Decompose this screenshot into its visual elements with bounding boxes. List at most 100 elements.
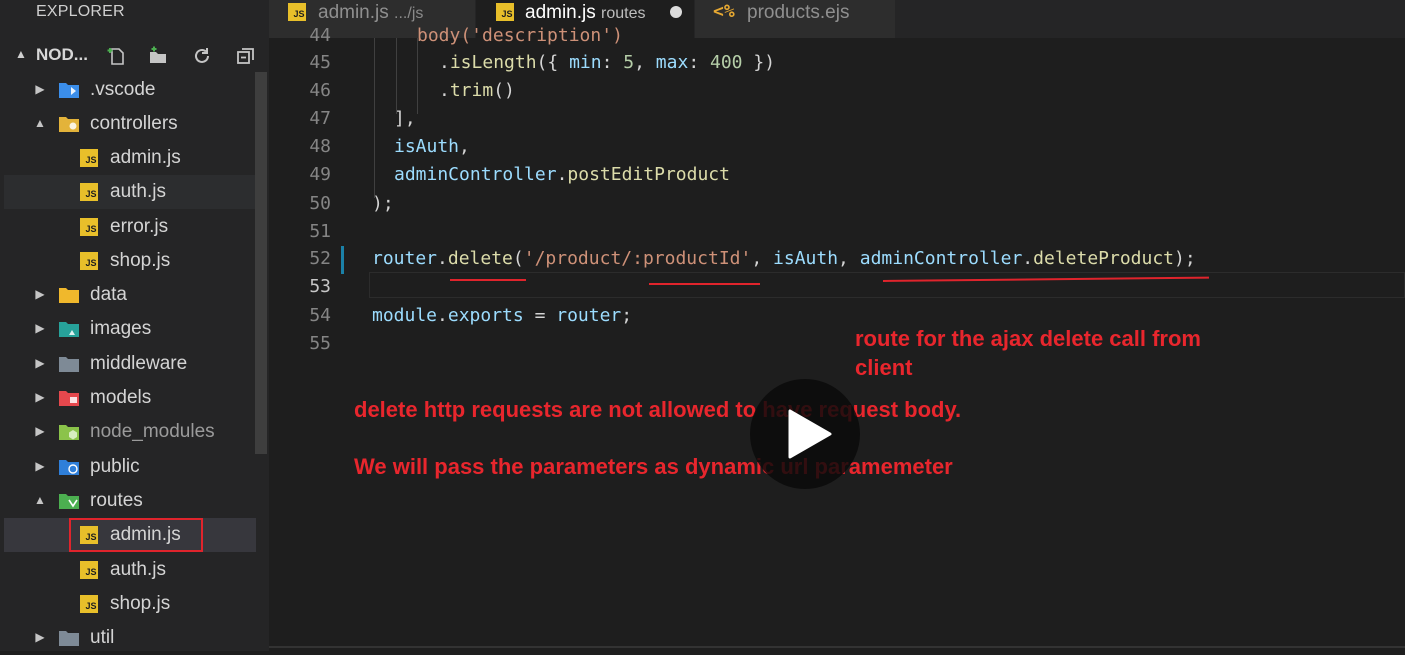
tab-description: .../js [394, 5, 424, 22]
chevron-right-icon: ▶ [35, 630, 45, 644]
explorer-title: EXPLORER [36, 3, 125, 20]
indent-guide [396, 38, 397, 114]
chevron-down-icon[interactable]: ▲ [15, 47, 27, 61]
util-folder-icon [59, 631, 79, 646]
ejs-icon: <% [713, 1, 735, 22]
code-line-46: .trim() [439, 80, 515, 101]
line-number: 52 [309, 248, 331, 269]
tab-products-ejs[interactable]: <% products.ejs [695, 0, 895, 38]
tree-label: shop.js [110, 250, 171, 271]
tree-file-auth-js[interactable]: JS auth.js [4, 175, 256, 209]
sidebar-scrollbar[interactable] [255, 72, 267, 454]
images-folder-icon [59, 322, 79, 337]
models-folder-icon [59, 391, 79, 406]
tree-label: middleware [90, 353, 188, 374]
line-number: 54 [309, 305, 331, 326]
refresh-icon[interactable] [192, 46, 212, 66]
node-modules-folder-icon [59, 425, 79, 440]
tree-label: util [90, 627, 115, 648]
tree-file-routes-shop-js[interactable]: JS shop.js [4, 587, 256, 621]
line-number: 49 [309, 164, 331, 185]
tree-folder-middleware[interactable]: ▶ middleware [4, 347, 256, 381]
vscode-folder-icon [59, 83, 79, 98]
indent-guide [374, 38, 375, 198]
tree-label: routes [90, 490, 143, 511]
tree-file-routes-auth-js[interactable]: JS auth.js [4, 553, 256, 587]
chevron-right-icon: ▶ [35, 321, 45, 335]
chevron-right-icon: ▶ [35, 356, 45, 370]
tree-label: admin.js [110, 147, 181, 168]
line-number: 47 [309, 108, 331, 129]
indent-guide [417, 38, 418, 114]
highlight-box [69, 518, 203, 552]
tree-label: auth.js [110, 559, 166, 580]
new-file-icon[interactable] [107, 46, 127, 66]
js-icon: JS [80, 149, 98, 167]
tree-folder-models[interactable]: ▶ models [4, 381, 256, 415]
chevron-down-icon: ▲ [34, 116, 46, 130]
tree-folder-controllers[interactable]: ▲ controllers [4, 107, 256, 141]
js-icon: JS [80, 561, 98, 579]
tree-folder-vscode[interactable]: ▶ .vscode [4, 73, 256, 107]
line-number: 55 [309, 333, 331, 354]
annotation-body-note: delete http requests are not allowed to … [354, 397, 962, 422]
public-folder-icon [59, 460, 79, 475]
chevron-down-icon: ▲ [34, 493, 46, 507]
line-number: 50 [309, 193, 331, 214]
chevron-right-icon: ▶ [35, 390, 45, 404]
tree-label: .vscode [90, 79, 156, 100]
line-number: 53 [309, 276, 331, 297]
explorer-sidebar: EXPLORER ▲ NOD... ▶ .vscode ▲ controller… [0, 0, 269, 651]
new-folder-icon[interactable] [148, 46, 168, 66]
video-play-button[interactable] [750, 379, 860, 489]
tree-file-shop-js[interactable]: JS shop.js [4, 244, 256, 278]
code-line-54: module.exports = router; [372, 305, 633, 326]
current-line-highlight [369, 272, 1405, 298]
code-line-partial: body('description') [417, 25, 623, 46]
tree-label: node_modules [90, 421, 215, 442]
tree-folder-util[interactable]: ▶ util [4, 621, 256, 655]
js-icon: JS [80, 183, 98, 201]
chevron-right-icon: ▶ [35, 82, 45, 96]
project-section-header[interactable]: ▲ NOD... [0, 40, 269, 72]
chevron-right-icon: ▶ [35, 287, 45, 301]
annotation-underline-delete [450, 279, 526, 281]
tree-folder-node-modules[interactable]: ▶ node_modules [4, 415, 256, 449]
line-number: 45 [309, 52, 331, 73]
tree-label: error.js [110, 216, 169, 237]
code-line-49: adminController.postEditProduct [394, 164, 730, 185]
tree-label: models [90, 387, 152, 408]
unsaved-dot-icon[interactable] [670, 6, 682, 18]
annotation-params-note: We will pass the parameters as dynamic u… [354, 454, 953, 479]
code-line-52: router.delete('/product/:productId', isA… [372, 248, 1196, 269]
line-number: 44 [309, 25, 331, 46]
js-icon: JS [496, 3, 514, 21]
tree-folder-data[interactable]: ▶ data [4, 278, 256, 312]
annotation-underline-productid [649, 283, 760, 285]
code-line-47: ], [394, 108, 416, 129]
collapse-all-icon[interactable] [236, 46, 256, 66]
middleware-folder-icon [59, 357, 79, 372]
tree-folder-public[interactable]: ▶ public [4, 450, 256, 484]
tree-file-error-js[interactable]: JS error.js [4, 210, 256, 244]
tree-label: public [90, 456, 140, 477]
code-editor[interactable]: 44 body('description') 45 46 47 48 49 50… [269, 25, 1405, 651]
chevron-right-icon: ▶ [35, 459, 45, 473]
code-line-48: isAuth, [394, 136, 470, 157]
tree-label: auth.js [110, 181, 166, 202]
tree-label: images [90, 318, 152, 339]
tab-label: admin.js [525, 2, 596, 23]
tree-file-admin-js[interactable]: JS admin.js [4, 141, 256, 175]
tab-label: products.ejs [747, 2, 850, 23]
tree-folder-images[interactable]: ▶ images [4, 312, 256, 346]
git-change-marker [341, 246, 344, 274]
project-section-title: NOD... [36, 45, 88, 64]
line-number: 48 [309, 136, 331, 157]
routes-folder-icon [59, 494, 79, 509]
line-number: 46 [309, 80, 331, 101]
tree-label: controllers [90, 113, 178, 134]
line-number: 51 [309, 221, 331, 242]
tree-folder-routes[interactable]: ▲ routes [4, 484, 256, 518]
tab-description: routes [601, 5, 646, 22]
js-icon: JS [80, 252, 98, 270]
